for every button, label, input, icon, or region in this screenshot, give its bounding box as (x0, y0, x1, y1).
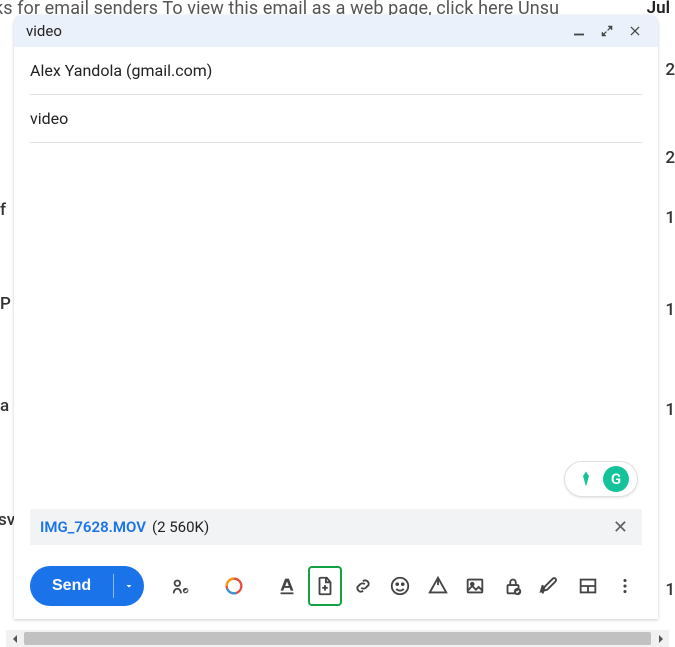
drive-icon[interactable] (421, 566, 455, 606)
scroll-left-icon[interactable] (6, 630, 23, 647)
confidential-mode-icon[interactable] (496, 566, 530, 606)
signature-icon[interactable] (164, 566, 198, 606)
more-options-icon[interactable] (609, 566, 643, 606)
bg-row: 2 (665, 150, 675, 167)
compose-toolbar: Send (14, 553, 658, 619)
expand-icon[interactable] (596, 20, 618, 42)
compose-body[interactable]: G (14, 143, 658, 509)
bg-row: 1 (665, 582, 675, 599)
bg-row: f (0, 202, 10, 219)
attachment-remove-icon[interactable]: ✕ (609, 513, 632, 542)
bg-row: P (0, 296, 10, 313)
attachment-chip[interactable]: IMG_7628.MOV (2 560K) ✕ (30, 509, 642, 545)
bg-row: 1 (665, 210, 675, 227)
attach-file-icon[interactable] (308, 566, 342, 606)
bg-row: 1 (665, 302, 675, 319)
send-button-group: Send (30, 566, 144, 606)
bg-row: a (0, 398, 10, 415)
compose-title: video (26, 22, 562, 40)
horizontal-scrollbar[interactable] (6, 630, 669, 647)
ink-signature-icon[interactable] (533, 566, 567, 606)
text-format-icon[interactable] (270, 566, 304, 606)
scroll-track[interactable] (24, 632, 651, 645)
recipient-field[interactable]: Alex Yandola (gmail.com) (30, 47, 642, 95)
grammarly-badge-group: G (564, 461, 638, 497)
colorpicker-icon[interactable] (217, 566, 251, 606)
scroll-right-icon[interactable] (652, 630, 669, 647)
compose-fields: Alex Yandola (gmail.com) video (14, 47, 658, 143)
attachment-zone: IMG_7628.MOV (2 560K) ✕ (14, 509, 658, 553)
send-button[interactable]: Send (30, 566, 113, 606)
insert-link-icon[interactable] (346, 566, 380, 606)
insert-image-icon[interactable] (458, 566, 492, 606)
subject-field[interactable]: video (30, 95, 642, 143)
bg-row: 1 (665, 402, 675, 419)
close-icon[interactable] (624, 20, 646, 42)
attachment-size: (2 560K) (152, 518, 209, 536)
bg-row: sv (0, 512, 8, 529)
emoji-icon[interactable] (383, 566, 417, 606)
layout-icon[interactable] (571, 566, 605, 606)
compose-window: video Alex Yandola (gmail.com) video G I… (14, 15, 658, 619)
diamond-icon[interactable] (573, 466, 599, 492)
bg-row: 2 (665, 62, 675, 79)
compose-header: video (14, 15, 658, 47)
attachment-name: IMG_7628.MOV (40, 518, 146, 536)
grammarly-icon[interactable]: G (603, 466, 629, 492)
minimize-icon[interactable] (568, 20, 590, 42)
send-options-dropdown[interactable] (114, 566, 144, 606)
